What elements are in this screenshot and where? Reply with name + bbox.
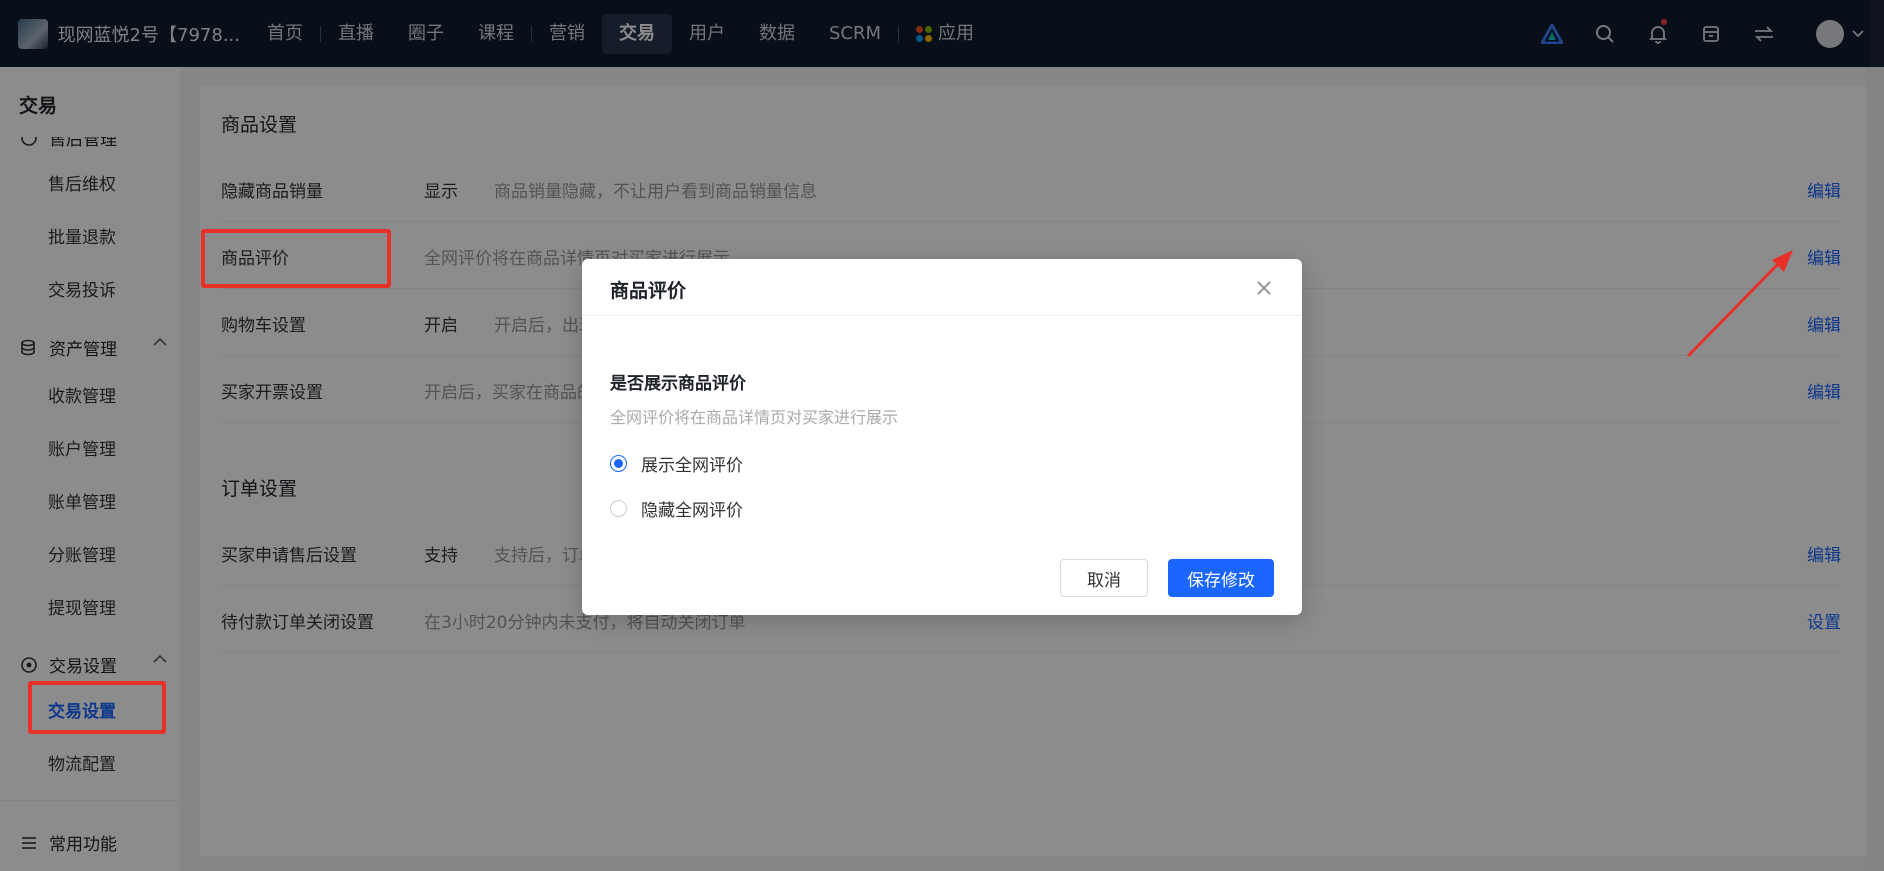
cancel-button[interactable]: 取消 <box>1060 559 1148 597</box>
save-button[interactable]: 保存修改 <box>1168 559 1274 597</box>
radio-unchecked[interactable] <box>610 500 627 517</box>
dialog-header: 商品评价 <box>582 259 1302 316</box>
close-icon[interactable] <box>1254 278 1274 298</box>
radio-checked[interactable] <box>610 455 627 472</box>
radio-option-show[interactable]: 展示全网评价 <box>610 451 743 476</box>
goods-review-dialog: 商品评价 是否展示商品评价 全网评价将在商品详情页对买家进行展示 展示全网评价 … <box>582 259 1302 615</box>
question-title: 是否展示商品评价 <box>610 374 746 394</box>
question-description: 全网评价将在商品详情页对买家进行展示 <box>610 408 899 427</box>
radio-option-hide[interactable]: 隐藏全网评价 <box>610 496 743 521</box>
dialog-title: 商品评价 <box>610 280 687 302</box>
annotation-box-trade-settings <box>28 681 166 734</box>
annotation-box-goods-review <box>201 229 391 288</box>
annotation-arrow-icon <box>1686 250 1793 358</box>
